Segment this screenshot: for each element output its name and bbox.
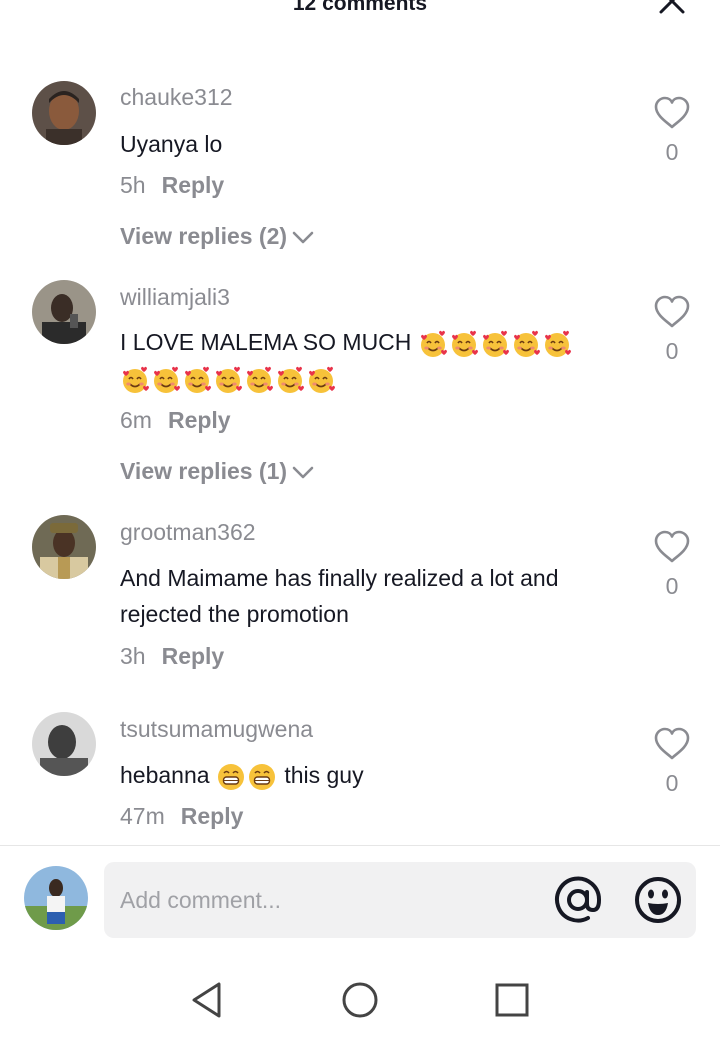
square-recents-icon bbox=[495, 983, 529, 1017]
recents-button[interactable] bbox=[490, 978, 534, 1022]
back-button[interactable] bbox=[186, 978, 230, 1022]
comment-composer bbox=[104, 862, 696, 938]
like-count: 0 bbox=[665, 573, 679, 599]
divider bbox=[0, 845, 720, 846]
smiling-face-with-hearts-icon bbox=[451, 330, 478, 357]
view-replies-button[interactable]: View replies (2) bbox=[120, 223, 315, 250]
comment-text: Uyanya lo bbox=[120, 131, 223, 157]
smiling-face-with-hearts-icon bbox=[216, 366, 242, 393]
smiling-face-with-hearts-icon bbox=[154, 366, 180, 393]
chevron-down-icon bbox=[292, 466, 314, 478]
comment-meta: 6m Reply bbox=[120, 407, 231, 434]
comment-meta: 3h Reply bbox=[120, 643, 224, 670]
emoji-face-icon bbox=[635, 877, 681, 923]
comment-text: I LOVE MALEMA SO MUCH bbox=[120, 324, 600, 396]
comment-time: 3h bbox=[120, 643, 146, 669]
smiling-face-with-hearts-icon bbox=[513, 330, 540, 357]
heart-outline-icon bbox=[654, 96, 690, 129]
triangle-back-icon bbox=[192, 982, 221, 1018]
comment-username[interactable]: grootman362 bbox=[120, 519, 256, 546]
system-navigation-bar bbox=[0, 960, 720, 1040]
grinning-face-icon bbox=[217, 763, 244, 790]
view-replies-label: View replies (2) bbox=[120, 223, 288, 249]
comment-username[interactable]: chauke312 bbox=[120, 84, 233, 111]
comments-header: 12 comments bbox=[0, 0, 720, 20]
close-icon bbox=[659, 0, 685, 14]
smiling-face-with-hearts-icon bbox=[247, 366, 273, 393]
comment-text-content: this guy bbox=[284, 762, 364, 788]
like-button[interactable]: 0 bbox=[652, 727, 692, 797]
heart-outline-icon bbox=[654, 727, 690, 760]
comment-meta: 5h Reply bbox=[120, 172, 224, 199]
smiling-face-with-hearts-icon bbox=[278, 366, 304, 393]
comment-username[interactable]: williamjali3 bbox=[120, 284, 230, 311]
heart-outline-icon bbox=[654, 530, 690, 563]
mention-button[interactable] bbox=[552, 874, 604, 926]
comment-text-content: I LOVE MALEMA SO MUCH bbox=[120, 329, 412, 355]
comment-time: 47m bbox=[120, 803, 165, 829]
comments-count-title: 12 comments bbox=[292, 0, 428, 15]
smiling-face-with-hearts-icon bbox=[544, 330, 571, 357]
grinning-face-icon bbox=[248, 763, 275, 790]
smiling-face-with-hearts-icon bbox=[420, 330, 447, 357]
avatar[interactable] bbox=[32, 515, 96, 579]
current-user-avatar bbox=[24, 866, 88, 930]
emoji-group bbox=[216, 762, 278, 790]
home-button[interactable] bbox=[338, 978, 382, 1022]
like-button[interactable]: 0 bbox=[652, 96, 692, 166]
add-comment-input[interactable] bbox=[120, 862, 540, 938]
comment-time: 5h bbox=[120, 172, 146, 198]
avatar[interactable] bbox=[32, 81, 96, 145]
like-count: 0 bbox=[665, 770, 679, 796]
reply-button[interactable]: Reply bbox=[168, 407, 231, 433]
reply-button[interactable]: Reply bbox=[162, 172, 225, 198]
comment-text: hebanna this guy bbox=[120, 757, 620, 793]
emoji-button[interactable] bbox=[632, 874, 684, 926]
smiling-face-with-hearts-icon bbox=[185, 366, 211, 393]
comment-username[interactable]: tsutsumamugwena bbox=[120, 716, 313, 743]
like-button[interactable]: 0 bbox=[652, 530, 692, 600]
like-count: 0 bbox=[665, 338, 679, 364]
avatar[interactable] bbox=[32, 280, 96, 344]
smiling-face-with-hearts-icon bbox=[309, 366, 335, 393]
at-sign-icon bbox=[555, 876, 602, 923]
heart-outline-icon bbox=[654, 295, 690, 328]
smiling-face-with-hearts-icon bbox=[482, 330, 509, 357]
reply-button[interactable]: Reply bbox=[181, 803, 244, 829]
comment-text: And Maimame has finally realized a lot a… bbox=[120, 565, 559, 627]
view-replies-label: View replies (1) bbox=[120, 458, 288, 484]
circle-home-icon bbox=[342, 982, 378, 1018]
chevron-down-icon bbox=[292, 231, 314, 243]
comment-time: 6m bbox=[120, 407, 152, 433]
close-button[interactable] bbox=[654, 0, 690, 20]
comment-text-content: hebanna bbox=[120, 762, 210, 788]
view-replies-button[interactable]: View replies (1) bbox=[120, 458, 315, 485]
smiling-face-with-hearts-icon bbox=[123, 366, 149, 393]
like-count: 0 bbox=[665, 139, 679, 165]
comment-meta: 47m Reply bbox=[120, 803, 243, 830]
reply-button[interactable]: Reply bbox=[162, 643, 225, 669]
avatar[interactable] bbox=[32, 712, 96, 776]
like-button[interactable]: 0 bbox=[652, 295, 692, 365]
